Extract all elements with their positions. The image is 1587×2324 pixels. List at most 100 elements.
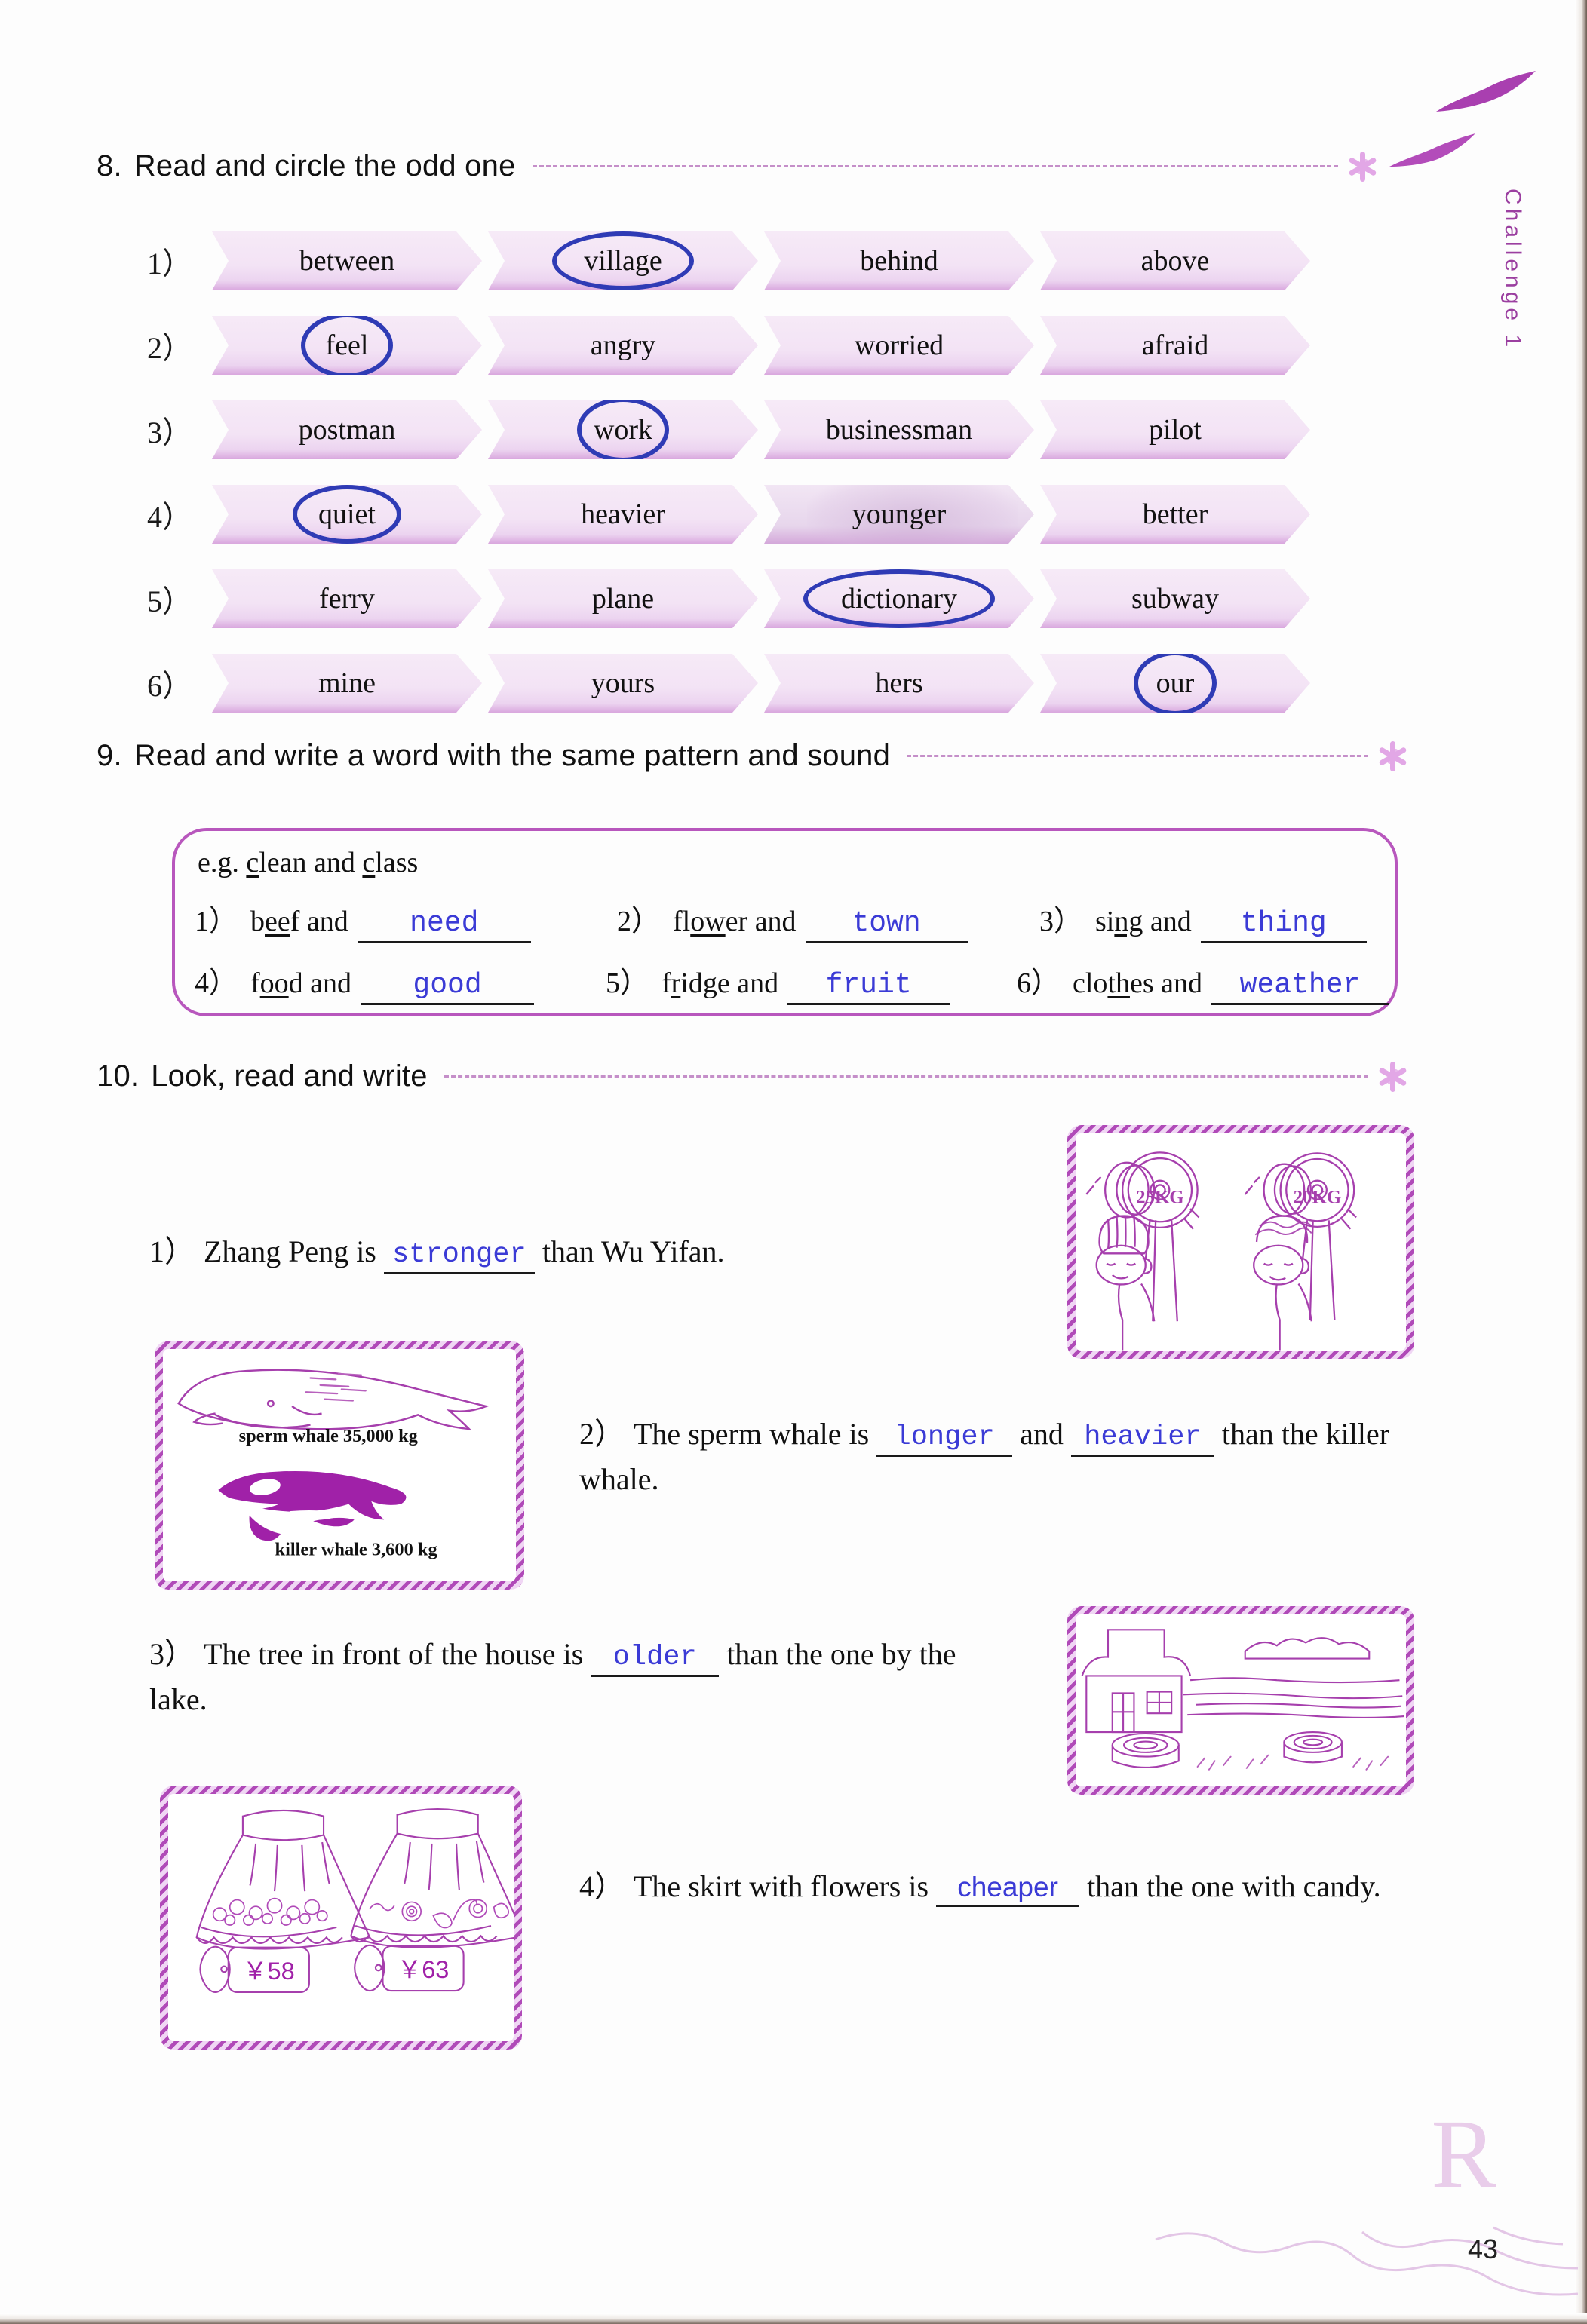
word-chevron[interactable]: yours [488,654,758,713]
chevron-word-label: worried [854,330,944,361]
word-chevron[interactable]: feel [212,316,482,375]
answer-blank-longer[interactable]: longer [876,1422,1013,1457]
exercise-9-row: 1） beef and need 2） flower and town 3） sing and… [195,897,1389,959]
chevron-word-label: behind [860,245,938,277]
exercise-9-heading: 9. Read and write a word with the same p… [97,739,1409,773]
word-chevron[interactable]: subway [1040,569,1310,628]
page-edge-right [1575,0,1587,2324]
word-chevron[interactable]: businessman [764,400,1034,459]
word-chevron[interactable]: work [488,400,758,459]
word-chevron[interactable]: quiet [212,485,482,544]
bird-icon-small [1389,133,1475,167]
item-number: 3） [1039,906,1083,937]
exercise-10-sentence-3: 3） The tree in front of the house is olde… [149,1632,987,1722]
chevron-word-label: above [1140,245,1210,277]
row-number: 5） [147,584,192,618]
word-chevron[interactable]: pilot [1040,400,1310,459]
chevron-word-label: afraid [1141,330,1209,361]
word-chevrons: quiet heavier younger better [212,485,1316,544]
pattern-item: 5） fridge and fruit [606,959,1017,1005]
word-chevron[interactable]: ferry [212,569,482,628]
prompt-suffix: er and [725,906,797,937]
word-chevron[interactable]: above [1040,231,1310,290]
word-chevron[interactable]: hers [764,654,1034,713]
pattern-item: 2） flower and town [617,897,1039,943]
exercise-8-number: 8. [97,149,122,182]
answer-blank-stronger[interactable]: stronger [383,1240,535,1274]
item-prompt: food and [250,967,351,1000]
answer-blank-cheaper[interactable]: cheaper [936,1872,1080,1907]
exercise-10-number: 10. [97,1059,140,1093]
prompt-pattern: oo [259,967,289,999]
chevron-word-label: postman [298,414,396,446]
item-prompt: beef and [250,905,348,938]
answer-blank[interactable]: weather [1211,969,1389,1005]
word-chevron[interactable]: behind [764,231,1034,290]
whale-caption-2: killer whale 3,600 kg [275,1539,437,1559]
exercise-9-row: 4） food and good 5） fridge and fruit 6） clothes… [195,959,1389,1021]
prompt-prefix: f [250,967,260,999]
exercise-8-rows: 1） between village behind above 2） feel angry wo… [140,219,1316,725]
prompt-pattern: r [671,967,681,999]
word-chevron[interactable]: plane [488,569,758,628]
answer-blank[interactable]: good [361,969,535,1005]
answer-blank[interactable]: fruit [787,969,950,1005]
word-chevron[interactable]: worried [764,316,1034,375]
word-chevron[interactable]: between [212,231,482,290]
row-number: 1） [147,247,192,281]
odd-one-row: 5） ferry plane dictionary subway [140,556,1316,641]
answer-blank-heavier[interactable]: heavier [1070,1422,1214,1457]
answer-blank-older[interactable]: older [591,1642,720,1677]
item-number: 2） [617,906,661,937]
prompt-pattern: ng [1114,906,1143,937]
word-chevron[interactable]: dictionary [764,569,1034,628]
price-right: ￥63 [398,1956,450,1983]
sentence-number: 3） [149,1637,195,1671]
publisher-logo: R [1431,2100,1496,2209]
row-number: 4） [147,500,192,534]
item-prompt: flower and [673,905,797,938]
row-number: 3） [147,415,192,449]
word-chevron[interactable]: afraid [1040,316,1310,375]
page-number: 43 [1467,2234,1498,2264]
exercise-9-title: Read and write a word with the same patt… [134,739,891,772]
whale-caption-1: sperm whale 35,000 kg [239,1426,418,1446]
odd-one-row: 2） feel angry worried afraid [140,303,1316,388]
chevron-word-label: businessman [825,414,973,446]
sentence-text-before: The tree in front of the house is [204,1637,591,1671]
chevron-word-label: between [299,245,395,277]
word-chevron[interactable]: postman [212,400,482,459]
answer-blank[interactable]: thing [1200,907,1367,943]
word-chevron[interactable]: angry [488,316,758,375]
prompt-prefix: f [661,967,671,999]
prompt-prefix: si [1095,906,1115,937]
word-chevron[interactable]: younger [764,485,1034,544]
item-number: 1） [195,906,238,937]
word-chevron[interactable]: better [1040,485,1310,544]
whales-drawing: sperm whale 35,000 kg killer whale 3,600… [177,1369,490,1559]
house-drawing [1081,1629,1404,1771]
word-chevron[interactable]: heavier [488,485,758,544]
word-chevron[interactable]: our [1040,654,1310,713]
odd-one-row: 6） mine yours hers our [140,641,1316,725]
chevron-word-label: our [1156,667,1195,699]
prompt-suffix: es and [1129,967,1202,999]
word-chevron[interactable]: village [488,231,758,290]
row-number: 2） [147,331,192,365]
word-chevrons: ferry plane dictionary subway [212,569,1316,628]
word-chevron[interactable]: mine [212,654,482,713]
item-number: 5） [605,967,649,999]
exercise-8-heading: 8. Read and circle the odd one [97,149,1379,183]
page-edge-bottom [0,2313,1587,2324]
chevron-word-label: better [1142,498,1208,530]
illustration-whales: sperm whale 35,000 kg killer whale 3,600… [155,1341,524,1590]
weight-label-right: 20KG [1294,1187,1342,1207]
answer-blank[interactable]: town [805,907,968,943]
example-word-2: class [362,847,419,878]
prompt-suffix: f and [290,906,348,937]
answer-blank[interactable]: need [357,907,531,943]
heading-rule [532,165,1338,167]
exercise-9-number: 9. [97,739,122,772]
row-number: 6） [147,669,192,703]
exercise-8-title: Read and circle the odd one [134,149,516,182]
